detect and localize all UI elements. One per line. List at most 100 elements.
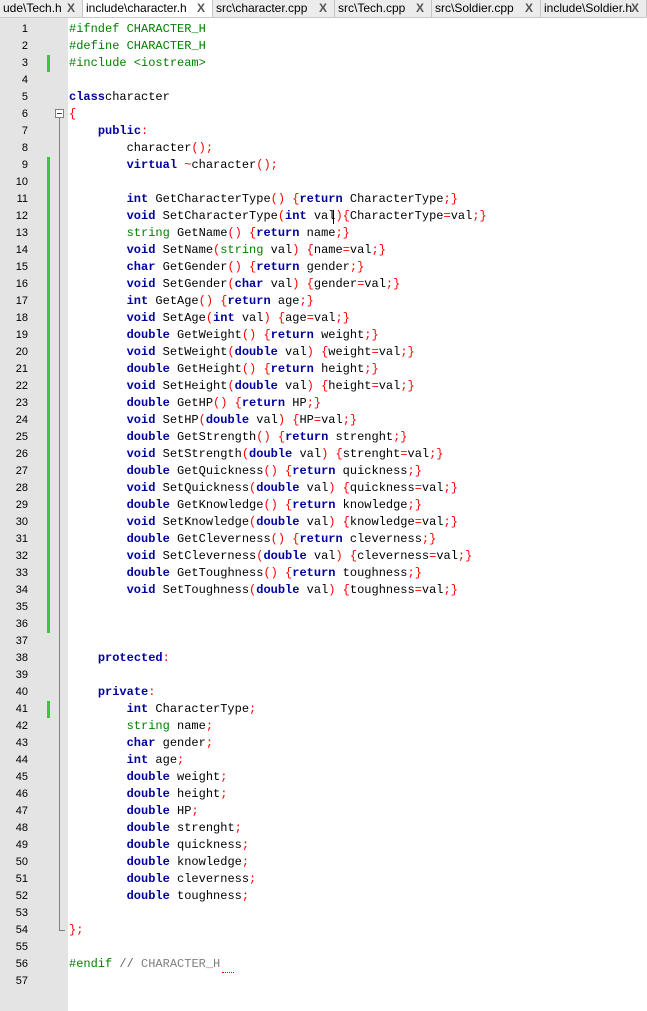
code-line[interactable]: 47 double HP; (0, 803, 647, 820)
code-line[interactable]: 25 double GetStrength() {return strenght… (0, 429, 647, 446)
code-token: double (126, 498, 170, 512)
code-line[interactable]: 30 void SetKnowledge(double val) {knowle… (0, 514, 647, 531)
code-line[interactable]: 12 void SetCharacterType(int val){Charac… (0, 208, 647, 225)
code-line[interactable]: 40 private: (0, 684, 647, 701)
code-line[interactable]: 18 void SetAge(int val) {age=val;} (0, 310, 647, 327)
tab-2[interactable]: src\character.cpp X (213, 0, 335, 17)
code-token: virtual (126, 158, 178, 172)
code-line[interactable]: 49 double quickness; (0, 837, 647, 854)
code-line[interactable]: 27 double GetQuickness() {return quickne… (0, 463, 647, 480)
code-line[interactable]: 5 classcharacter (0, 89, 647, 106)
code-line[interactable]: 46 double height; (0, 786, 647, 803)
code-line[interactable]: 16 void SetGender(char val) {gender=val;… (0, 276, 647, 293)
code-line[interactable]: 44 int age; (0, 752, 647, 769)
code-line[interactable]: 21 double GetHeight() {return height;} (0, 361, 647, 378)
tab-1[interactable]: include\character.h X (83, 0, 213, 17)
code-line[interactable]: 11 int GetCharacterType() {return Charac… (0, 191, 647, 208)
code-line[interactable]: 9 virtual ~character(); (0, 157, 647, 174)
code-token: }; (69, 923, 84, 937)
code-token: ;} (407, 498, 422, 512)
code-line[interactable]: 24 void SetHP(double val) {HP=val;} (0, 412, 647, 429)
code-line[interactable]: 4 (0, 72, 647, 89)
code-text: void SetQuickness(double val) {quickness… (69, 480, 458, 497)
code-editor[interactable]: 1 #ifndef CHARACTER_H 2 #define CHARACTER_H… (0, 18, 647, 1011)
code-line[interactable]: 57 (0, 973, 647, 990)
code-line[interactable]: 38 protected: (0, 650, 647, 667)
code-token: char (126, 736, 156, 750)
code-line[interactable]: 54}; (0, 922, 647, 939)
code-line[interactable]: 13 string GetName() {return name;} (0, 225, 647, 242)
code-line[interactable]: 22 void SetHeight(double val) {height=va… (0, 378, 647, 395)
code-token: (); (191, 141, 214, 155)
close-tab-icon[interactable]: X (631, 0, 639, 16)
code-text: char gender; (69, 735, 213, 752)
code-line[interactable]: 53 (0, 905, 647, 922)
code-line[interactable]: 56 #endif // CHARACTER_H (0, 956, 647, 973)
fold-collapse-icon[interactable] (55, 109, 64, 118)
line-number: 15 (15, 261, 28, 273)
code-line[interactable]: 52 double toughness; (0, 888, 647, 905)
code-line[interactable]: 51 double cleverness; (0, 871, 647, 888)
code-line[interactable]: 29 double GetKnowledge() {return knowled… (0, 497, 647, 514)
tab-5[interactable]: include\Soldier.h X (541, 0, 647, 17)
code-token: private (97, 685, 149, 699)
line-number: 32 (15, 550, 28, 562)
code-token: SetCleverness (155, 549, 257, 563)
code-token: return (241, 396, 286, 410)
code-line[interactable]: 26 void SetStrength(double val) {strengh… (0, 446, 647, 463)
code-line[interactable]: 8 character(); (0, 140, 647, 157)
line-number: 39 (15, 669, 28, 681)
code-text: double cleverness; (69, 871, 257, 888)
code-line[interactable]: 3 #include <iostream> (0, 55, 647, 72)
code-token: ;} (407, 566, 422, 580)
code-token: return (292, 566, 336, 580)
code-line[interactable]: 36 (0, 616, 647, 633)
close-tab-icon[interactable]: X (525, 0, 533, 16)
code-line[interactable]: 55 (0, 939, 647, 956)
tab-4[interactable]: src\Soldier.cpp X (432, 0, 541, 17)
code-line[interactable]: 15 char GetGender() {return gender;} (0, 259, 647, 276)
code-line[interactable]: 32 void SetCleverness(double val) {cleve… (0, 548, 647, 565)
code-line[interactable]: 31 double GetCleverness() {return clever… (0, 531, 647, 548)
tab-0[interactable]: ude\Tech.h X (0, 0, 83, 17)
code-line[interactable]: 20 void SetWeight(double val) {weight=va… (0, 344, 647, 361)
code-line[interactable]: 41 int CharacterType; (0, 701, 647, 718)
code-token: string (126, 719, 170, 733)
code-line[interactable]: 2 #define CHARACTER_H (0, 38, 647, 55)
close-tab-icon[interactable]: X (416, 0, 424, 16)
code-line[interactable]: 33 double GetToughness() {return toughne… (0, 565, 647, 582)
code-line[interactable]: 7 public: (0, 123, 647, 140)
code-line[interactable]: 10 (0, 174, 647, 191)
code-line[interactable]: 1 #ifndef CHARACTER_H (0, 21, 647, 38)
change-marker (47, 327, 50, 344)
code-line[interactable]: 37 (0, 633, 647, 650)
close-tab-icon[interactable]: X (319, 0, 327, 16)
code-line[interactable]: 39 (0, 667, 647, 684)
code-line[interactable]: 34 void SetToughness(double val) {toughn… (0, 582, 647, 599)
code-line[interactable]: 48 double strenght; (0, 820, 647, 837)
code-line[interactable]: 45 double weight; (0, 769, 647, 786)
code-text: double GetKnowledge() {return knowledge;… (69, 497, 422, 514)
line-number: 33 (15, 567, 28, 579)
code-line[interactable]: 42 string name; (0, 718, 647, 735)
code-line[interactable]: 6{ (0, 106, 647, 123)
code-line[interactable]: 28 void SetQuickness(double val) {quickn… (0, 480, 647, 497)
code-line[interactable]: 19 double GetWeight() {return weight;} (0, 327, 647, 344)
code-line[interactable]: 23 double GetHP() {return HP;} (0, 395, 647, 412)
code-line[interactable]: 50 double knowledge; (0, 854, 647, 871)
code-line[interactable]: 43 char gender; (0, 735, 647, 752)
close-tab-icon[interactable]: X (67, 0, 75, 16)
tab-3[interactable]: src\Tech.cpp X (335, 0, 432, 17)
line-number: 50 (15, 856, 28, 868)
code-line[interactable]: 35 (0, 599, 647, 616)
line-number: 29 (15, 499, 28, 511)
code-token: cleverness (169, 872, 250, 886)
close-tab-icon[interactable]: X (197, 0, 205, 16)
code-line[interactable]: 17 int GetAge() {return age;} (0, 293, 647, 310)
code-line[interactable]: 14 void SetName(string val) {name=val;} (0, 242, 647, 259)
